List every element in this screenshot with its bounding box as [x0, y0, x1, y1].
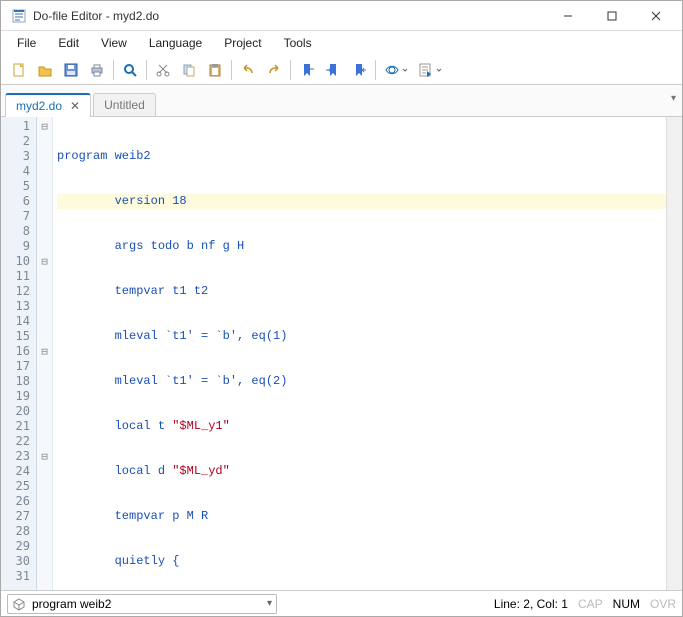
code-line: local t — [57, 419, 172, 433]
menu-project[interactable]: Project — [214, 34, 271, 52]
tab-label: myd2.do — [16, 99, 62, 113]
undo-button[interactable] — [236, 58, 260, 82]
cut-button[interactable] — [151, 58, 175, 82]
new-file-button[interactable] — [7, 58, 31, 82]
toolbar — [1, 55, 682, 85]
open-file-button[interactable] — [33, 58, 57, 82]
cube-icon — [12, 597, 26, 611]
menu-file[interactable]: File — [7, 34, 46, 52]
code-line: mleval `t1' = `b', eq(1) — [57, 329, 287, 343]
paste-button[interactable] — [203, 58, 227, 82]
menu-edit[interactable]: Edit — [48, 34, 89, 52]
line-number-gutter: 1234567891011121314151617181920212223242… — [1, 117, 37, 590]
print-button[interactable] — [85, 58, 109, 82]
tab-myd2[interactable]: myd2.do ✕ — [5, 93, 91, 117]
titlebar: Do-file Editor - myd2.do — [1, 1, 682, 31]
app-icon — [11, 8, 27, 24]
ovr-indicator: OVR — [650, 597, 676, 611]
tab-label: Untitled — [104, 98, 145, 112]
function-name-label: program weib2 — [32, 597, 111, 611]
chevron-down-icon: ▾ — [267, 598, 272, 609]
code-line: tempvar t1 t2 — [57, 284, 208, 298]
code-line: mleval `t1' = `b', eq(2) — [57, 374, 287, 388]
tab-untitled[interactable]: Untitled — [93, 93, 156, 116]
menu-view[interactable]: View — [91, 34, 137, 52]
menubar: File Edit View Language Project Tools — [1, 31, 682, 55]
code-line: args todo b nf g H — [57, 239, 244, 253]
code-line: quietly { — [57, 554, 179, 568]
close-button[interactable] — [634, 1, 678, 31]
bookmark-prev-button[interactable] — [321, 58, 345, 82]
window-title: Do-file Editor - myd2.do — [33, 9, 546, 23]
find-button[interactable] — [118, 58, 142, 82]
copy-button[interactable] — [177, 58, 201, 82]
maximize-button[interactable] — [590, 1, 634, 31]
minimize-button[interactable] — [546, 1, 590, 31]
bookmark-toggle-button[interactable] — [295, 58, 319, 82]
run-button[interactable] — [414, 58, 446, 82]
menu-tools[interactable]: Tools — [274, 34, 322, 52]
preview-toggle-button[interactable] — [380, 58, 412, 82]
save-button[interactable] — [59, 58, 83, 82]
code-line: local d — [57, 464, 172, 478]
tab-overflow-icon[interactable]: ▾ — [671, 93, 676, 104]
bookmark-next-button[interactable] — [347, 58, 371, 82]
vertical-scrollbar[interactable] — [666, 117, 682, 590]
redo-button[interactable] — [262, 58, 286, 82]
tab-close-icon[interactable]: ✕ — [70, 99, 80, 113]
function-combo[interactable]: program weib2 ▾ — [7, 594, 277, 614]
code-editor[interactable]: 1234567891011121314151617181920212223242… — [1, 117, 682, 590]
fold-gutter[interactable]: ⊟⊟⊟⊟ — [37, 117, 53, 590]
statusbar: program weib2 ▾ Line: 2, Col: 1 CAP NUM … — [1, 590, 682, 616]
menu-language[interactable]: Language — [139, 34, 212, 52]
tabbar: myd2.do ✕ Untitled ▾ — [1, 85, 682, 117]
code-line: tempvar p M R — [57, 509, 208, 523]
code-area[interactable]: program weib2 version 18 args todo b nf … — [53, 117, 666, 590]
code-line: program weib2 — [57, 149, 151, 163]
cap-indicator: CAP — [578, 597, 603, 611]
num-indicator: NUM — [613, 597, 640, 611]
code-line: version 18 — [57, 194, 187, 208]
cursor-position-label: Line: 2, Col: 1 — [494, 597, 568, 611]
